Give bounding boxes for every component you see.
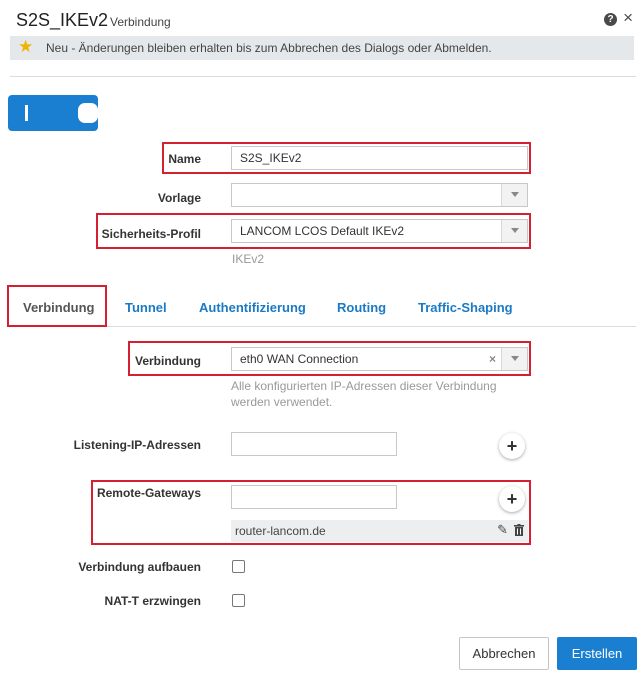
dialog-header: S2S_IKEv2 Verbindung ? × <box>10 8 633 34</box>
name-input[interactable]: S2S_IKEv2 <box>231 146 528 170</box>
add-remote-button[interactable]: + <box>499 486 525 512</box>
tab-authentifizierung[interactable]: Authentifizierung <box>199 300 306 315</box>
help-icon[interactable]: ? <box>604 13 617 26</box>
profil-dropdown-toggle[interactable] <box>501 220 527 242</box>
remote-entry-value: router-lancom.de <box>235 524 326 538</box>
tab-verbindung[interactable]: Verbindung <box>23 300 95 315</box>
connection-hint-line1: Alle konfigurierten IP-Adressen dieser V… <box>231 379 497 393</box>
dialog-subtitle: Verbindung <box>110 15 171 29</box>
listening-input[interactable] <box>231 432 397 456</box>
toggle-knob <box>78 103 98 123</box>
dialog-title: S2S_IKEv2 <box>16 10 109 30</box>
connection-value: eth0 WAN Connection <box>240 352 359 366</box>
star-icon: ★ <box>18 37 34 56</box>
pencil-icon[interactable]: ✎ <box>497 522 508 538</box>
tab-divider <box>107 326 636 327</box>
connection-dropdown-toggle[interactable] <box>501 348 527 370</box>
notice-text: Neu - Änderungen bleiben erhalten bis zu… <box>46 41 492 55</box>
connection-label: Verbindung <box>135 354 201 368</box>
chevron-down-icon <box>511 192 519 197</box>
connection-select[interactable]: eth0 WAN Connection × <box>231 347 528 371</box>
vorlage-label: Vorlage <box>157 191 201 205</box>
cancel-button[interactable]: Abbrechen <box>459 637 549 670</box>
profil-hint: IKEv2 <box>232 252 265 266</box>
toggle-bar <box>25 105 28 121</box>
aufbauen-checkbox[interactable] <box>232 560 245 573</box>
remote-label: Remote-Gateways <box>96 486 201 500</box>
close-icon[interactable]: × <box>623 9 633 27</box>
profil-value: LANCOM LCOS Default IKEv2 <box>240 224 405 238</box>
natt-label: NAT-T erzwingen <box>104 594 201 608</box>
notice-bar: ★ Neu - Änderungen bleiben erhalten bis … <box>10 36 634 60</box>
chevron-down-icon <box>511 356 519 361</box>
tab-tunnel[interactable]: Tunnel <box>125 300 167 315</box>
natt-checkbox[interactable] <box>232 594 245 607</box>
header-divider <box>10 76 636 77</box>
enable-toggle[interactable] <box>8 95 98 131</box>
chevron-down-icon <box>511 228 519 233</box>
listening-label: Listening-IP-Adressen <box>73 438 201 452</box>
tab-routing[interactable]: Routing <box>337 300 386 315</box>
remote-input[interactable] <box>231 485 397 509</box>
aufbauen-label: Verbindung aufbauen <box>78 560 201 574</box>
connection-hint-line2: werden verwendet. <box>231 395 333 409</box>
profil-label: Sicherheits-Profil <box>101 227 201 241</box>
create-button[interactable]: Erstellen <box>557 637 637 670</box>
vorlage-select[interactable] <box>231 183 528 207</box>
trash-icon[interactable] <box>514 524 524 536</box>
profil-select[interactable]: LANCOM LCOS Default IKEv2 <box>231 219 528 243</box>
clear-icon[interactable]: × <box>489 353 496 365</box>
tab-traffic-shaping[interactable]: Traffic-Shaping <box>418 300 513 315</box>
name-label: Name <box>168 152 201 166</box>
list-item: router-lancom.de ✎ <box>231 520 528 542</box>
add-listening-button[interactable]: + <box>499 433 525 459</box>
vorlage-dropdown-toggle[interactable] <box>501 184 527 206</box>
